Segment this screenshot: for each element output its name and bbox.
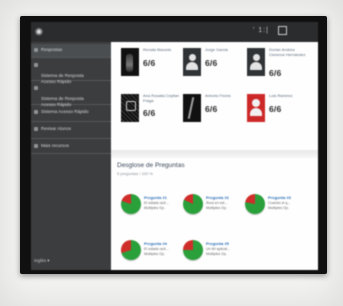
fullscreen-icon[interactable] xyxy=(278,26,287,35)
section-title: Desglose de Preguntas xyxy=(117,162,185,169)
clock-text: ' 1:| xyxy=(253,27,269,34)
avatar xyxy=(247,94,265,122)
main-content: Renata Macedo 6/6 Jorge Garcia 6/6 Doria… xyxy=(111,42,318,270)
student-score: 6/6 xyxy=(205,58,218,68)
student-card[interactable]: Jorge Garcia 6/6 xyxy=(183,47,245,86)
question-type: Multiples Op. xyxy=(206,252,227,256)
question-pie-chart xyxy=(183,240,203,260)
avatar xyxy=(183,48,201,76)
student-card[interactable]: Renata Macedo 6/6 xyxy=(121,47,183,86)
sidebar-item-revisar[interactable]: Revisar Alunos xyxy=(31,123,111,139)
student-score: 6/6 xyxy=(269,68,282,78)
sidebar-item-resposta-1[interactable]: Sistema de Resposta Acesso Rápido xyxy=(31,59,111,84)
question-type: Multiples Op. xyxy=(268,206,289,210)
sidebar-item-resposta-2[interactable]: Sistema de Resposta Acesso Rápido xyxy=(31,82,111,107)
question-text: El estado acti... xyxy=(144,247,169,251)
student-score: 6/6 xyxy=(205,104,218,114)
student-score: 6/6 xyxy=(143,58,156,68)
question-text: Cuando el q... xyxy=(268,201,291,205)
question-pie-chart xyxy=(121,194,141,214)
top-bar: ◉ ' 1:| xyxy=(31,22,318,42)
question-title: Pregunta #4 xyxy=(144,241,167,246)
student-card[interactable]: Luis Ramírez 6/6 xyxy=(247,93,309,132)
menu-icon xyxy=(34,144,38,148)
menu-icon xyxy=(34,127,38,131)
question-text: Área en est... xyxy=(206,201,228,205)
sidebar-item-label: Mais recursos xyxy=(41,143,70,148)
student-name: Renata Macedo xyxy=(143,47,172,52)
student-card[interactable]: Dorian Andrea Cisneros Hernández 6/6 xyxy=(247,47,309,86)
avatar xyxy=(247,48,265,76)
question-title: Pregunta #3 xyxy=(268,195,291,200)
home-icon[interactable]: ◉ xyxy=(35,26,45,36)
section-divider xyxy=(111,150,318,158)
question-card[interactable]: Pregunta #1 El estado acti... Multiples … xyxy=(121,194,181,220)
sidebar: Respostas Sistema de Resposta Acesso Ráp… xyxy=(31,42,111,270)
avatar xyxy=(121,48,139,76)
sidebar-item-mais[interactable]: Mais recursos xyxy=(31,140,111,154)
sidebar-item-label: Revisar Alunos xyxy=(41,126,72,131)
sidebar-item-acesso[interactable]: Sistema Acesso Rápido xyxy=(31,106,111,122)
menu-icon xyxy=(34,63,38,67)
question-pie-chart xyxy=(245,194,265,214)
sidebar-item-label: Sistema Acesso Rápido xyxy=(41,109,89,114)
question-card[interactable]: Pregunta #5 Un tirt aplicat... Multiples… xyxy=(183,240,243,266)
question-card[interactable]: Pregunta #3 Cuando el q... Multiples Op. xyxy=(245,194,305,220)
student-score: 6/6 xyxy=(269,104,282,114)
sidebar-item-label: Respostas xyxy=(41,47,63,52)
student-name: Antonio Flores xyxy=(205,93,231,98)
language-select[interactable]: Inglés ▾ xyxy=(34,258,50,264)
question-title: Pregunta #2 xyxy=(206,195,229,200)
student-name: Luis Ramírez xyxy=(269,93,293,98)
student-name: Ana Rosalia Ceyllan Fraga xyxy=(143,93,180,103)
question-text: Un tirt aplicat... xyxy=(206,247,230,251)
question-card[interactable]: Pregunta #4 El estado acti... Multiples … xyxy=(121,240,181,266)
question-title: Pregunta #1 xyxy=(144,195,167,200)
question-title: Pregunta #5 xyxy=(206,241,229,246)
question-pie-chart xyxy=(121,240,141,260)
sidebar-item-label: Sistema de Resposta Acesso Rápido xyxy=(41,96,84,107)
question-pie-chart xyxy=(183,194,203,214)
section-subtitle: 5 preguntas / 100 % xyxy=(117,171,153,176)
question-card[interactable]: Pregunta #2 Área en est... Multiples Op. xyxy=(183,194,243,220)
menu-icon xyxy=(34,48,38,52)
question-type: Multiples Op. xyxy=(206,206,227,210)
student-score: 6/6 xyxy=(143,108,156,118)
avatar xyxy=(183,94,201,122)
student-name: Dorian Andrea Cisneros Hernández xyxy=(269,47,306,57)
avatar xyxy=(121,94,139,122)
student-card[interactable]: Antonio Flores 6/6 xyxy=(183,93,245,132)
menu-icon xyxy=(34,110,38,114)
question-text: El estado acti... xyxy=(144,201,169,205)
question-type: Multiples Op. xyxy=(144,206,165,210)
app-screen: ◉ ' 1:| Respostas Sistema de Resposta Ac… xyxy=(31,22,318,270)
menu-icon xyxy=(34,86,38,90)
sidebar-item-respostas[interactable]: Respostas xyxy=(31,44,111,58)
question-type: Multiples Op. xyxy=(144,252,165,256)
student-name: Jorge Garcia xyxy=(205,47,228,52)
student-card[interactable]: Ana Rosalia Ceyllan Fraga 6/6 xyxy=(121,93,183,132)
